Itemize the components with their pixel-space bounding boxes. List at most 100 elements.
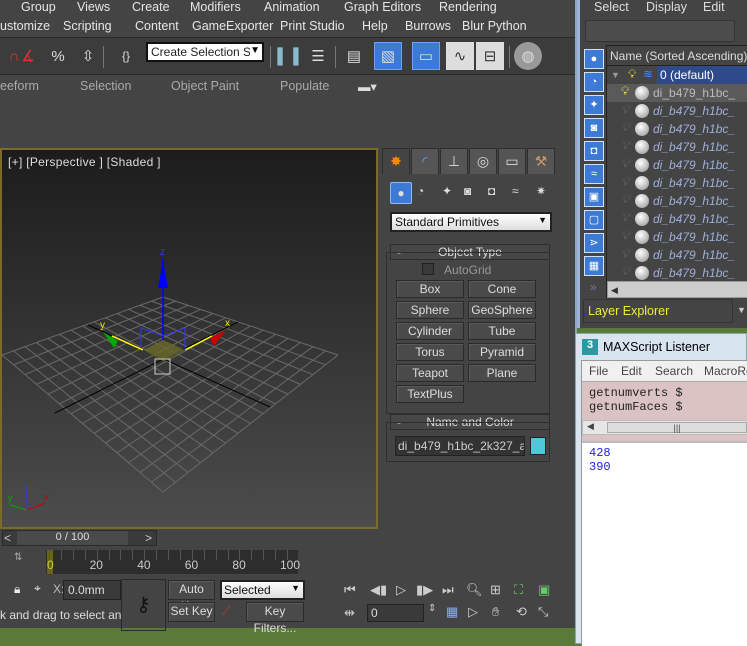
geometry-icon[interactable]: ● <box>390 182 412 204</box>
lightbulb-icon[interactable]: 💡︎ <box>621 120 629 135</box>
key-filters-button[interactable]: Key Filters... <box>246 602 304 635</box>
auto-key-button[interactable]: Auto Key <box>168 580 215 613</box>
create-pyramid-button[interactable]: Pyramid <box>468 343 536 361</box>
orbit-icon[interactable]: ⟲ <box>516 604 527 620</box>
go-to-end-icon[interactable]: ⏭ <box>442 582 454 598</box>
schematic-view-icon[interactable]: ⊟ <box>476 42 504 70</box>
create-plane-button[interactable]: Plane <box>468 364 536 382</box>
menu-content[interactable]: Content <box>135 19 179 33</box>
lightbulb-icon[interactable]: 💡︎ <box>621 174 629 189</box>
filter-lights-icon[interactable]: ✦ <box>584 95 604 115</box>
filter-xrefs-icon[interactable]: ▦ <box>584 256 604 276</box>
filter-space-warps-icon[interactable]: ≈ <box>584 164 604 184</box>
zoom-extents-selected-icon[interactable]: ▣ <box>538 582 550 598</box>
create-teapot-button[interactable]: Teapot <box>396 364 464 382</box>
menu-help[interactable]: Help <box>362 19 388 33</box>
open-mini-curve-editor-icon[interactable]: ⇅ <box>14 552 30 570</box>
x-coordinate-input[interactable]: 0.0mm <box>63 580 121 600</box>
create-box-button[interactable]: Box <box>396 280 464 298</box>
tab-hierarchy[interactable]: ⊥ <box>440 148 468 174</box>
menu-edit[interactable]: Edit <box>703 0 725 14</box>
layer-object-row[interactable]: 💡︎ di_b479_h1bc_ <box>607 192 747 210</box>
named-selection-sets-dropdown[interactable]: Create Selection Se ▼ <box>146 42 264 62</box>
menu-edit[interactable]: Edit <box>621 364 642 378</box>
zoom-icon[interactable]: 🔍︎ <box>466 582 483 598</box>
previous-frame-icon[interactable]: ◀▮ <box>370 582 387 598</box>
absolute-mode-icon[interactable]: ⌖ <box>34 581 41 596</box>
edit-named-selection-icon[interactable]: {} <box>112 42 140 70</box>
create-torus-button[interactable]: Torus <box>396 343 464 361</box>
filter-bones-icon[interactable]: ⋗ <box>584 233 604 253</box>
key-mode-dropdown[interactable]: Selected ▼ <box>220 580 305 600</box>
play-icon[interactable]: ▷ <box>396 582 406 598</box>
spinner-snap-icon[interactable]: ⇳ <box>74 42 102 70</box>
create-tube-button[interactable]: Tube <box>468 322 536 340</box>
autogrid-checkbox[interactable] <box>422 263 434 275</box>
menu-print-studio[interactable]: Print Studio <box>280 19 345 33</box>
layer-object-row[interactable]: 💡︎ di_b479_h1bc_ <box>607 138 747 156</box>
listener-output-pane[interactable]: 428 390 <box>582 441 747 646</box>
layer-object-row[interactable]: 💡︎ di_b479_h1bc_ <box>607 210 747 228</box>
layer-object-row[interactable]: 💡︎ di_b479_h1bc_ <box>607 174 747 192</box>
create-cone-button[interactable]: Cone <box>468 280 536 298</box>
lightbulb-icon[interactable]: 💡︎ <box>621 264 629 279</box>
key-mode-toggle-icon[interactable]: ⇹ <box>344 605 355 621</box>
go-to-start-icon[interactable]: ⏮ <box>344 582 356 598</box>
space-warps-icon[interactable]: ≈ <box>512 184 519 198</box>
material-editor-icon[interactable]: ◍ <box>514 42 542 70</box>
ribbon-tab-populate[interactable]: Populate <box>280 79 329 93</box>
horizontal-scrollbar[interactable]: ◀ ||| <box>582 420 747 435</box>
lightbulb-icon[interactable]: 💡︎ <box>621 102 629 117</box>
menu-search[interactable]: Search <box>655 364 693 378</box>
horizontal-scrollbar[interactable]: ◀ <box>607 281 747 298</box>
scene-explorer-icon[interactable]: ▤ <box>340 42 368 70</box>
filter-helpers-icon[interactable]: ◘ <box>584 141 604 161</box>
menu-customize[interactable]: ustomize <box>0 19 50 33</box>
menu-file[interactable]: File <box>589 364 608 378</box>
layer-object-row[interactable]: 💡︎ di_b479_h1bc_ <box>607 156 747 174</box>
menu-scripting[interactable]: Scripting <box>63 19 112 33</box>
field-of-view-icon[interactable]: ▷ <box>468 604 478 620</box>
perspective-viewport[interactable]: [+] [Perspective ] [Shaded ] z y x z y x <box>0 148 378 529</box>
object-color-swatch[interactable] <box>530 437 546 455</box>
current-frame-input[interactable]: 0 <box>367 604 424 622</box>
layer-default[interactable]: 0 (default) <box>657 66 747 84</box>
menu-blur-python[interactable]: Blur Python <box>462 19 527 33</box>
ribbon-tab-selection[interactable]: Selection <box>80 79 131 93</box>
menu-graph-editors[interactable]: Graph Editors <box>344 0 421 14</box>
layer-search-field[interactable] <box>585 20 735 42</box>
filter-cameras-icon[interactable]: ◙ <box>584 118 604 138</box>
lightbulb-icon[interactable]: 💡︎ <box>621 228 629 243</box>
zoom-extents-icon[interactable]: ⛶ <box>514 582 523 598</box>
explorer-selector[interactable]: Layer Explorer <box>583 299 733 323</box>
set-keys-key-icon[interactable]: ⚷ <box>121 579 166 631</box>
lightbulb-icon[interactable]: 💡︎ <box>628 67 636 82</box>
set-key-button[interactable]: Set Key <box>168 602 215 622</box>
lightbulb-icon[interactable]: 💡︎ <box>621 192 629 207</box>
menu-display[interactable]: Display <box>646 0 687 14</box>
object-name-input[interactable]: di_b479_h1bc_2k327_a_i9 <box>395 436 525 456</box>
systems-icon[interactable]: ✷ <box>536 184 546 198</box>
layer-object-row[interactable]: 💡︎ di_b479_h1bc_ <box>607 228 747 246</box>
tab-create[interactable]: ✸ <box>382 148 410 174</box>
filter-geometry-icon[interactable]: ● <box>584 49 604 69</box>
lock-selection-icon[interactable]: 🔒︎ <box>14 582 20 597</box>
curve-editor-icon[interactable]: ∿ <box>446 42 474 70</box>
menu-burrows[interactable]: Burrows <box>405 19 451 33</box>
layer-object-row[interactable]: 💡︎ di_b479_h1bc_ <box>607 102 747 120</box>
menu-gameexporter[interactable]: GameExporter <box>192 19 273 33</box>
layer-object-row[interactable]: 💡︎ di_b479_h1bc_ <box>607 246 747 264</box>
ribbon-tab-object-paint[interactable]: Object Paint <box>171 79 239 93</box>
layer-object-row[interactable]: 💡︎ di_b479_h1bc_ <box>607 84 747 102</box>
menu-macrorecorder[interactable]: MacroRe <box>704 364 747 378</box>
pan-view-icon[interactable]: ✋︎ <box>492 604 499 620</box>
menu-rendering[interactable]: Rendering <box>439 0 497 14</box>
lightbulb-icon[interactable]: 💡︎ <box>621 210 629 225</box>
mirror-icon[interactable]: ▌▐ <box>274 42 302 70</box>
align-icon[interactable]: ☰ <box>304 42 332 70</box>
percent-snap-icon[interactable]: % <box>44 42 72 70</box>
ribbon-options-icon[interactable]: ▬▾ <box>358 79 377 94</box>
angle-snap-icon[interactable]: ∡ <box>14 42 42 70</box>
name-column-header[interactable]: Name (Sorted Ascending) <box>607 46 747 66</box>
tab-modify[interactable]: ◜ <box>411 148 439 174</box>
